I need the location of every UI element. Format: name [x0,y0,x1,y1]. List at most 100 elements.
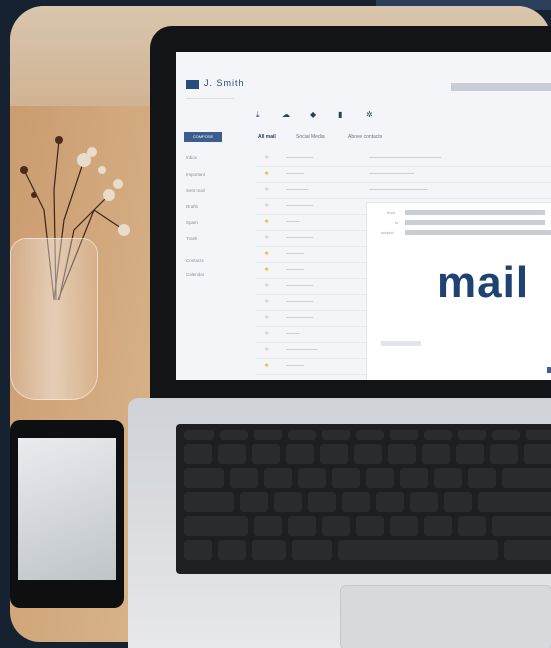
key [356,430,384,440]
star-icon[interactable]: ★ [264,362,269,369]
key [390,430,418,440]
star-icon[interactable]: ★ [264,234,269,241]
mail-sender: ———— [286,251,304,256]
star-icon[interactable]: ★ [264,346,269,353]
keyboard [176,424,551,574]
key [434,468,462,488]
subject-field[interactable] [405,230,551,235]
sidebar-item-calendar[interactable]: Calendar [186,272,204,277]
key [458,516,486,536]
key [504,540,551,560]
key [342,492,370,512]
key [322,516,350,536]
search-input[interactable] [451,83,551,91]
key [422,444,450,464]
key [356,516,384,536]
key [320,444,348,464]
from-field[interactable] [405,210,545,215]
star-icon[interactable]: ★ [264,314,269,321]
key [288,516,316,536]
key [502,468,551,488]
phone-screen [18,438,116,580]
key [252,540,286,560]
mail-sender: —————— [286,315,313,320]
mail-sender: —————— [286,203,313,208]
key [322,430,350,440]
tab-social-media[interactable]: Social Media [296,134,325,140]
star-icon[interactable]: ★ [264,202,269,209]
trash-icon[interactable]: ▮ [338,110,342,119]
key [526,430,551,440]
format-toolbar[interactable] [381,341,421,346]
tab-all-mail[interactable]: All mail [258,134,276,140]
star-icon[interactable]: ★ [264,250,269,257]
compose-panel: from to subject mail [366,202,551,380]
key [468,468,496,488]
key [288,430,316,440]
key [366,468,394,488]
key [286,444,314,464]
mail-sender: —————— [286,155,313,160]
cloud-icon[interactable]: ☁ [282,110,290,119]
download-icon[interactable]: ⤓ [256,110,260,120]
key [184,516,248,536]
mail-sender: ———— [286,267,304,272]
sidebar-item-spam[interactable]: Spam [186,220,198,225]
key [292,540,332,560]
sidebar-item-important[interactable]: Important [186,172,205,177]
key [492,430,520,440]
tag-icon[interactable]: ◆ [310,110,316,119]
send-button[interactable] [547,367,551,373]
star-icon[interactable]: ★ [264,218,269,225]
mail-sender: ——— [286,331,300,336]
key [230,468,258,488]
key [400,468,428,488]
sidebar-item-sent[interactable]: Sent mail [186,188,205,193]
sidebar-item-trash[interactable]: Trash [186,236,197,241]
key [388,444,416,464]
key [264,468,292,488]
mail-sender: ——————— [286,347,318,352]
trackpad [340,585,551,648]
to-field[interactable] [405,220,545,225]
tab-above-contacts[interactable]: Above contacts [348,134,382,140]
star-icon[interactable]: ★ [264,266,269,273]
star-icon[interactable]: ★ [264,282,269,289]
star-icon[interactable]: ★ [264,154,269,161]
key [524,444,551,464]
key [424,430,452,440]
mail-sender: —————— [286,283,313,288]
key [218,444,246,464]
key [184,492,234,512]
key [456,444,484,464]
key [218,540,246,560]
user-email: ———————————— [186,95,234,100]
sidebar-item-contacts[interactable]: Contacts [186,258,204,263]
mail-sender: —————— [286,299,313,304]
settings-icon[interactable]: ✲ [366,110,373,119]
star-icon[interactable]: ★ [264,330,269,337]
mail-sender: ———— [286,363,304,368]
glass-vase [10,238,98,400]
compose-button[interactable]: COMPOSE [184,132,222,142]
sidebar-item-drafts[interactable]: Drafts [186,204,198,209]
star-icon[interactable]: ★ [264,170,269,177]
from-label: from [387,210,395,215]
mail-sender: ————— [286,187,309,192]
mail-headline: mail [437,258,530,307]
mail-sender: ———— [286,171,304,176]
star-icon[interactable]: ★ [264,298,269,305]
key [376,492,404,512]
user-name: J. Smith [204,78,245,88]
key [478,492,551,512]
key [298,468,326,488]
mail-logo-icon [186,80,199,89]
star-icon[interactable]: ★ [264,186,269,193]
sidebar-item-inbox[interactable]: Inbox [186,155,197,160]
key [444,492,472,512]
key [184,444,212,464]
key [254,516,282,536]
key [240,492,268,512]
key [184,430,214,440]
key [410,492,438,512]
